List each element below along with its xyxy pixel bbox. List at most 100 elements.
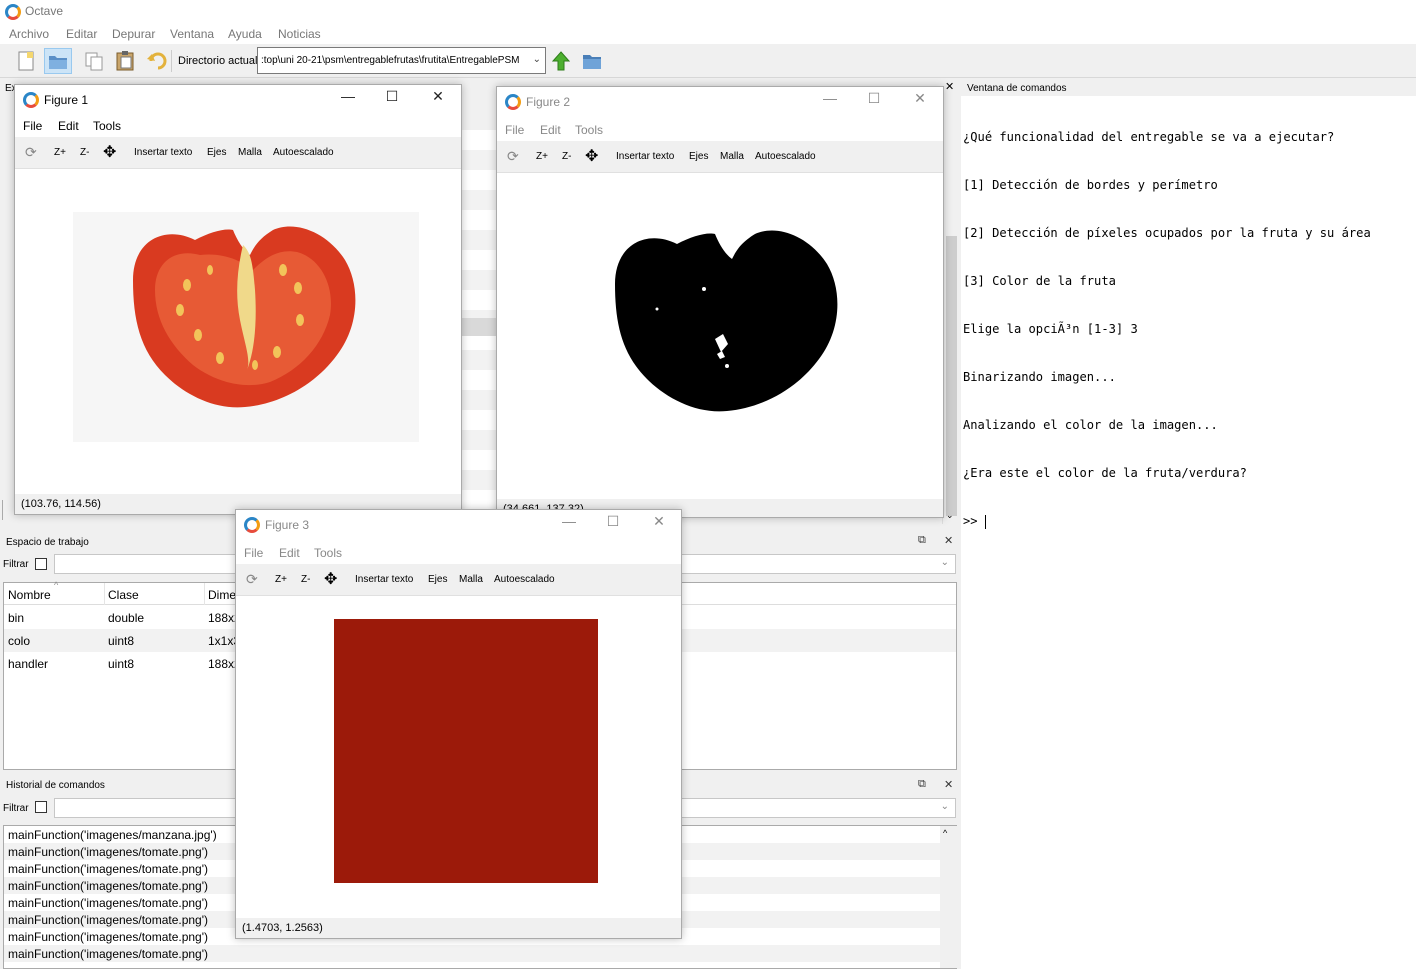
figure-1-canvas[interactable] <box>15 170 461 494</box>
chevron-down-icon[interactable]: ⌄ <box>533 54 541 65</box>
zoom-out-button[interactable]: Z- <box>562 151 571 162</box>
axes-button[interactable]: Ejes <box>428 574 447 585</box>
app-title: Octave <box>25 4 64 18</box>
column-header-clase[interactable]: Clase <box>108 588 139 602</box>
copy-icon[interactable] <box>83 50 105 72</box>
grid-button[interactable]: Malla <box>720 151 744 162</box>
grid-button[interactable]: Malla <box>459 574 483 585</box>
insert-text-button[interactable]: Insertar texto <box>616 151 674 162</box>
figure-title: Figure 3 <box>265 518 310 532</box>
close-icon[interactable]: ✕ <box>423 88 453 105</box>
figure-2-window[interactable]: Figure 2 — ☐ ✕ File Edit Tools ⟳ Z+ Z- ✥… <box>496 86 944 518</box>
insert-text-button[interactable]: Insertar texto <box>134 147 192 158</box>
parent-directory-icon[interactable] <box>550 50 572 72</box>
rotate-icon[interactable]: ⟳ <box>507 148 519 165</box>
undo-icon[interactable] <box>145 50 167 72</box>
column-header-dimension[interactable]: Dime <box>208 588 236 602</box>
menu-depurar[interactable]: Depurar <box>112 27 155 41</box>
menu-file[interactable]: File <box>23 119 42 133</box>
pan-icon[interactable]: ✥ <box>585 146 598 166</box>
scroll-up-icon[interactable]: ^ <box>943 828 947 838</box>
new-file-icon[interactable] <box>15 50 37 72</box>
column-divider <box>204 583 205 605</box>
menu-tools[interactable]: Tools <box>93 119 121 133</box>
history-item[interactable]: mainFunction('imagenes/manzana.jpg') <box>8 828 217 842</box>
var-name: handler <box>8 657 49 671</box>
close-icon[interactable]: ✕ <box>944 778 953 791</box>
menu-edit[interactable]: Edit <box>540 123 561 137</box>
figure-3-canvas[interactable] <box>236 597 681 919</box>
scroll-down-icon[interactable]: ⌄ <box>946 510 954 521</box>
history-title: Historial de comandos <box>6 780 105 791</box>
menu-archivo[interactable]: Archivo <box>9 27 49 41</box>
undock-icon[interactable]: ⧉ <box>918 534 926 547</box>
pan-icon[interactable]: ✥ <box>103 142 116 162</box>
figure-3-window[interactable]: Figure 3 — ☐ ✕ File Edit Tools ⟳ Z+ Z- ✥… <box>235 509 682 939</box>
menu-tools[interactable]: Tools <box>575 123 603 137</box>
filter-checkbox[interactable] <box>35 558 47 570</box>
output-line: Analizando el color de la imagen... <box>963 418 1218 432</box>
minimize-icon[interactable]: — <box>554 513 584 529</box>
history-item[interactable]: mainFunction('imagenes/tomate.png') <box>8 879 208 893</box>
autoscale-button[interactable]: Autoescalado <box>755 151 816 162</box>
figure-1-window[interactable]: Figure 1 — ☐ ✕ File Edit Tools ⟳ Z+ Z- ✥… <box>14 84 462 515</box>
history-item[interactable]: mainFunction('imagenes/tomate.png') <box>8 913 208 927</box>
filter-checkbox[interactable] <box>35 801 47 813</box>
menu-edit[interactable]: Edit <box>279 546 300 560</box>
file-list-selected-row[interactable] <box>460 318 496 336</box>
command-window-scrollbar[interactable]: ⌄ <box>942 96 959 524</box>
menu-editar[interactable]: Editar <box>66 27 97 41</box>
open-folder-icon[interactable] <box>44 48 72 74</box>
history-item[interactable]: mainFunction('imagenes/tomate.png') <box>8 930 208 944</box>
menu-noticias[interactable]: Noticias <box>278 27 321 41</box>
pan-icon[interactable]: ✥ <box>324 569 337 589</box>
prompt-line[interactable]: >> <box>963 513 1371 529</box>
menu-ventana[interactable]: Ventana <box>170 27 214 41</box>
minimize-icon[interactable]: — <box>815 90 845 106</box>
menu-ayuda[interactable]: Ayuda <box>228 27 262 41</box>
current-directory-combo[interactable]: :top\uni 20-21\psm\entregablefrutas\frut… <box>257 47 546 74</box>
chevron-down-icon[interactable]: ⌄ <box>941 801 949 812</box>
autoscale-button[interactable]: Autoescalado <box>494 574 555 585</box>
history-scrollbar[interactable]: ^ <box>940 826 957 968</box>
figure-2-canvas[interactable] <box>497 174 943 496</box>
figure-title: Figure 1 <box>44 93 89 107</box>
zoom-out-button[interactable]: Z- <box>301 574 310 585</box>
close-icon[interactable]: ✕ <box>905 90 935 107</box>
minimize-icon[interactable]: — <box>333 88 363 104</box>
menu-file[interactable]: File <box>244 546 263 560</box>
prompt: >> <box>963 514 985 528</box>
binary-hole <box>725 364 729 368</box>
zoom-in-button[interactable]: Z+ <box>275 574 287 585</box>
menu-edit[interactable]: Edit <box>58 119 79 133</box>
rotate-icon[interactable]: ⟳ <box>25 144 37 161</box>
menu-file[interactable]: File <box>505 123 524 137</box>
close-icon[interactable]: ✕ <box>945 80 959 94</box>
browse-directory-icon[interactable] <box>581 50 603 72</box>
history-item[interactable]: mainFunction('imagenes/tomate.png') <box>8 896 208 910</box>
chevron-down-icon[interactable]: ⌄ <box>941 557 949 568</box>
column-header-nombre[interactable]: Nombre <box>8 588 51 602</box>
history-item[interactable]: mainFunction('imagenes/tomate.png') <box>8 862 208 876</box>
history-item[interactable]: mainFunction('imagenes/tomate.png') <box>8 947 208 961</box>
rotate-icon[interactable]: ⟳ <box>246 571 258 588</box>
history-item[interactable]: mainFunction('imagenes/tomate.png') <box>8 845 208 859</box>
undock-icon[interactable]: ⧉ <box>918 778 926 791</box>
grid-button[interactable]: Malla <box>238 147 262 158</box>
fruit-color-swatch <box>334 619 598 883</box>
zoom-in-button[interactable]: Z+ <box>54 147 66 158</box>
autoscale-button[interactable]: Autoescalado <box>273 147 334 158</box>
close-icon[interactable]: ✕ <box>644 513 674 530</box>
maximize-icon[interactable]: ☐ <box>598 513 628 530</box>
scrollbar-thumb[interactable] <box>946 236 957 516</box>
maximize-icon[interactable]: ☐ <box>377 88 407 105</box>
close-icon[interactable]: ✕ <box>944 534 953 547</box>
paste-icon[interactable] <box>114 50 136 72</box>
zoom-in-button[interactable]: Z+ <box>536 151 548 162</box>
zoom-out-button[interactable]: Z- <box>80 147 89 158</box>
axes-button[interactable]: Ejes <box>689 151 708 162</box>
maximize-icon[interactable]: ☐ <box>859 90 889 107</box>
axes-button[interactable]: Ejes <box>207 147 226 158</box>
insert-text-button[interactable]: Insertar texto <box>355 574 413 585</box>
menu-tools[interactable]: Tools <box>314 546 342 560</box>
